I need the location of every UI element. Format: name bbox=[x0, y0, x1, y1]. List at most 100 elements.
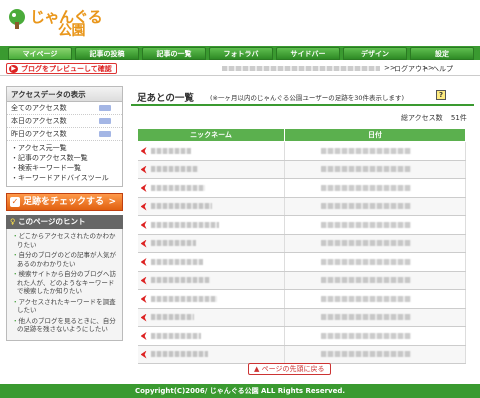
link-article-access-list[interactable]: 記事のアクセス数一覧 bbox=[7, 153, 122, 163]
logo-subtext[interactable]: 公園 bbox=[58, 20, 86, 40]
hint-item[interactable]: 他人のブログを見るときに、自分の足跡を残さないようにしたい bbox=[10, 317, 119, 334]
link-keyword-advice-tool[interactable]: キーワードアドバイスツール bbox=[7, 173, 122, 183]
user-arrow-icon bbox=[140, 239, 147, 248]
table-row bbox=[137, 178, 466, 198]
date-cell bbox=[284, 308, 466, 327]
hint-item[interactable]: 自分のブログのどの記事が人気があるのかわかりたい bbox=[10, 251, 119, 268]
nickname-cell bbox=[137, 252, 285, 272]
stat-label: 本日のアクセス数 bbox=[11, 117, 67, 125]
nickname-link[interactable] bbox=[150, 277, 210, 284]
tab-sidebar[interactable]: サイドバー bbox=[276, 47, 340, 60]
hint-panel: ♀ このページのヒント どこからアクセスされたのかわかりたい 自分のブログのどの… bbox=[6, 215, 123, 341]
column-header-date[interactable]: 日付 bbox=[284, 128, 466, 142]
hint-title: このページのヒント bbox=[18, 217, 86, 226]
stat-row-total: 全てのアクセス数 bbox=[7, 102, 122, 115]
preview-blog-label: ブログをプレビューして確認 bbox=[21, 65, 112, 73]
date-cell bbox=[284, 141, 466, 161]
check-footprints-button[interactable]: ✓ 足跡をチェックする > bbox=[6, 193, 123, 211]
date-value bbox=[321, 314, 411, 321]
back-to-top[interactable]: ▲ ページの先頭に戻る bbox=[248, 363, 331, 375]
lightbulb-icon: ♀ bbox=[10, 217, 16, 226]
nickname-link[interactable] bbox=[150, 240, 196, 247]
stat-value-blurred bbox=[99, 131, 111, 137]
hint-item[interactable]: どこからアクセスされたのかわかりたい bbox=[10, 232, 119, 249]
table-row bbox=[137, 234, 466, 253]
nickname-link[interactable] bbox=[150, 203, 212, 210]
user-arrow-icon bbox=[140, 295, 147, 303]
nickname-link[interactable] bbox=[150, 258, 203, 265]
nickname-link[interactable] bbox=[150, 332, 201, 339]
hint-title-bar: ♀ このページのヒント bbox=[6, 215, 123, 229]
table-row bbox=[137, 197, 466, 216]
user-arrow-icon bbox=[140, 313, 147, 322]
date-cell bbox=[284, 271, 466, 290]
check-footprints-label: 足跡をチェックする bbox=[23, 197, 105, 207]
nickname-link[interactable] bbox=[150, 314, 194, 321]
user-arrow-icon bbox=[140, 147, 147, 155]
tab-mypage[interactable]: マイページ bbox=[8, 47, 72, 60]
chevron-right-icon: > bbox=[108, 197, 116, 207]
page-subtitle: (※一ヶ月以内のじゃんぐる公園ユーザーの足跡を30件表示します) bbox=[210, 94, 405, 102]
nickname-cell bbox=[137, 215, 285, 235]
total-access-label: 総アクセス数 bbox=[401, 114, 443, 122]
nickname-link[interactable] bbox=[150, 147, 191, 154]
date-value bbox=[321, 295, 411, 302]
link-search-keyword-list[interactable]: 検索キーワード一覧 bbox=[7, 163, 122, 173]
nickname-link[interactable] bbox=[150, 351, 208, 358]
hint-item[interactable]: 検索サイトから自分のブログへ訪れた人が、どのようなキーワードで検索したか知りたい bbox=[10, 270, 119, 296]
link-access-source-list[interactable]: アクセス元一覧 bbox=[7, 143, 122, 153]
hint-item[interactable]: アクセスされたキーワードを調査したい bbox=[10, 298, 119, 315]
user-arrow-icon bbox=[140, 258, 147, 266]
nickname-cell bbox=[137, 160, 285, 179]
nickname-link[interactable] bbox=[150, 295, 217, 302]
date-cell bbox=[284, 345, 466, 364]
nickname-cell bbox=[137, 326, 285, 346]
nickname-cell bbox=[137, 345, 285, 364]
date-cell bbox=[284, 289, 466, 309]
table-row bbox=[137, 252, 466, 272]
footer-copyright: Copyright(C)2006/ じゃんぐる公園 ALL Rights Res… bbox=[0, 384, 480, 398]
date-cell bbox=[284, 178, 466, 198]
user-arrow-icon bbox=[140, 202, 147, 211]
date-cell bbox=[284, 234, 466, 253]
nickname-link[interactable] bbox=[150, 221, 219, 228]
table-row bbox=[137, 141, 466, 161]
tab-photoraba[interactable]: フォトラバ bbox=[209, 47, 273, 60]
stat-label: 全てのアクセス数 bbox=[11, 104, 67, 112]
column-header-nickname[interactable]: ニックネーム bbox=[137, 128, 285, 142]
user-arrow-icon bbox=[140, 332, 147, 340]
sub-toolbar: ▶ ブログをプレビューして確認 >> ログアウト >> ヘルプ bbox=[0, 61, 480, 76]
tab-post-article[interactable]: 記事の投稿 bbox=[75, 47, 139, 60]
preview-blog-button[interactable]: ▶ ブログをプレビューして確認 bbox=[6, 63, 117, 74]
help-icon[interactable]: ? bbox=[436, 90, 446, 100]
nickname-link[interactable] bbox=[150, 166, 198, 173]
tab-settings[interactable]: 設定 bbox=[410, 47, 474, 60]
date-value bbox=[321, 184, 411, 191]
nickname-link[interactable] bbox=[150, 184, 205, 191]
date-value bbox=[321, 258, 411, 265]
nickname-cell bbox=[137, 308, 285, 327]
main-content: 足あとの一覧 (※一ヶ月以内のじゃんぐる公園ユーザーの足跡を30件表示します) … bbox=[131, 86, 474, 375]
table-row bbox=[137, 308, 466, 327]
table-row bbox=[137, 326, 466, 346]
access-data-panel: アクセスデータの表示 全てのアクセス数 本日のアクセス数 昨日のアクセス数 アク… bbox=[6, 86, 123, 187]
user-arrow-icon bbox=[140, 221, 147, 229]
tab-article-list[interactable]: 記事の一覧 bbox=[142, 47, 206, 60]
blurred-breadcrumb bbox=[222, 66, 380, 71]
date-value bbox=[321, 332, 411, 339]
date-value bbox=[321, 221, 411, 228]
date-cell bbox=[284, 160, 466, 179]
stat-row-yesterday: 昨日のアクセス数 bbox=[7, 128, 122, 141]
date-value bbox=[321, 351, 411, 358]
date-cell bbox=[284, 215, 466, 235]
user-arrow-icon bbox=[140, 276, 147, 285]
tab-design[interactable]: デザイン bbox=[343, 47, 407, 60]
nickname-cell bbox=[137, 289, 285, 309]
nickname-cell bbox=[137, 234, 285, 253]
user-arrow-icon bbox=[140, 350, 147, 359]
date-value bbox=[321, 147, 411, 154]
table-row bbox=[137, 271, 466, 290]
preview-icon: ▶ bbox=[9, 65, 18, 73]
help-link[interactable]: ヘルプ bbox=[432, 64, 453, 74]
access-data-title: アクセスデータの表示 bbox=[7, 87, 122, 102]
